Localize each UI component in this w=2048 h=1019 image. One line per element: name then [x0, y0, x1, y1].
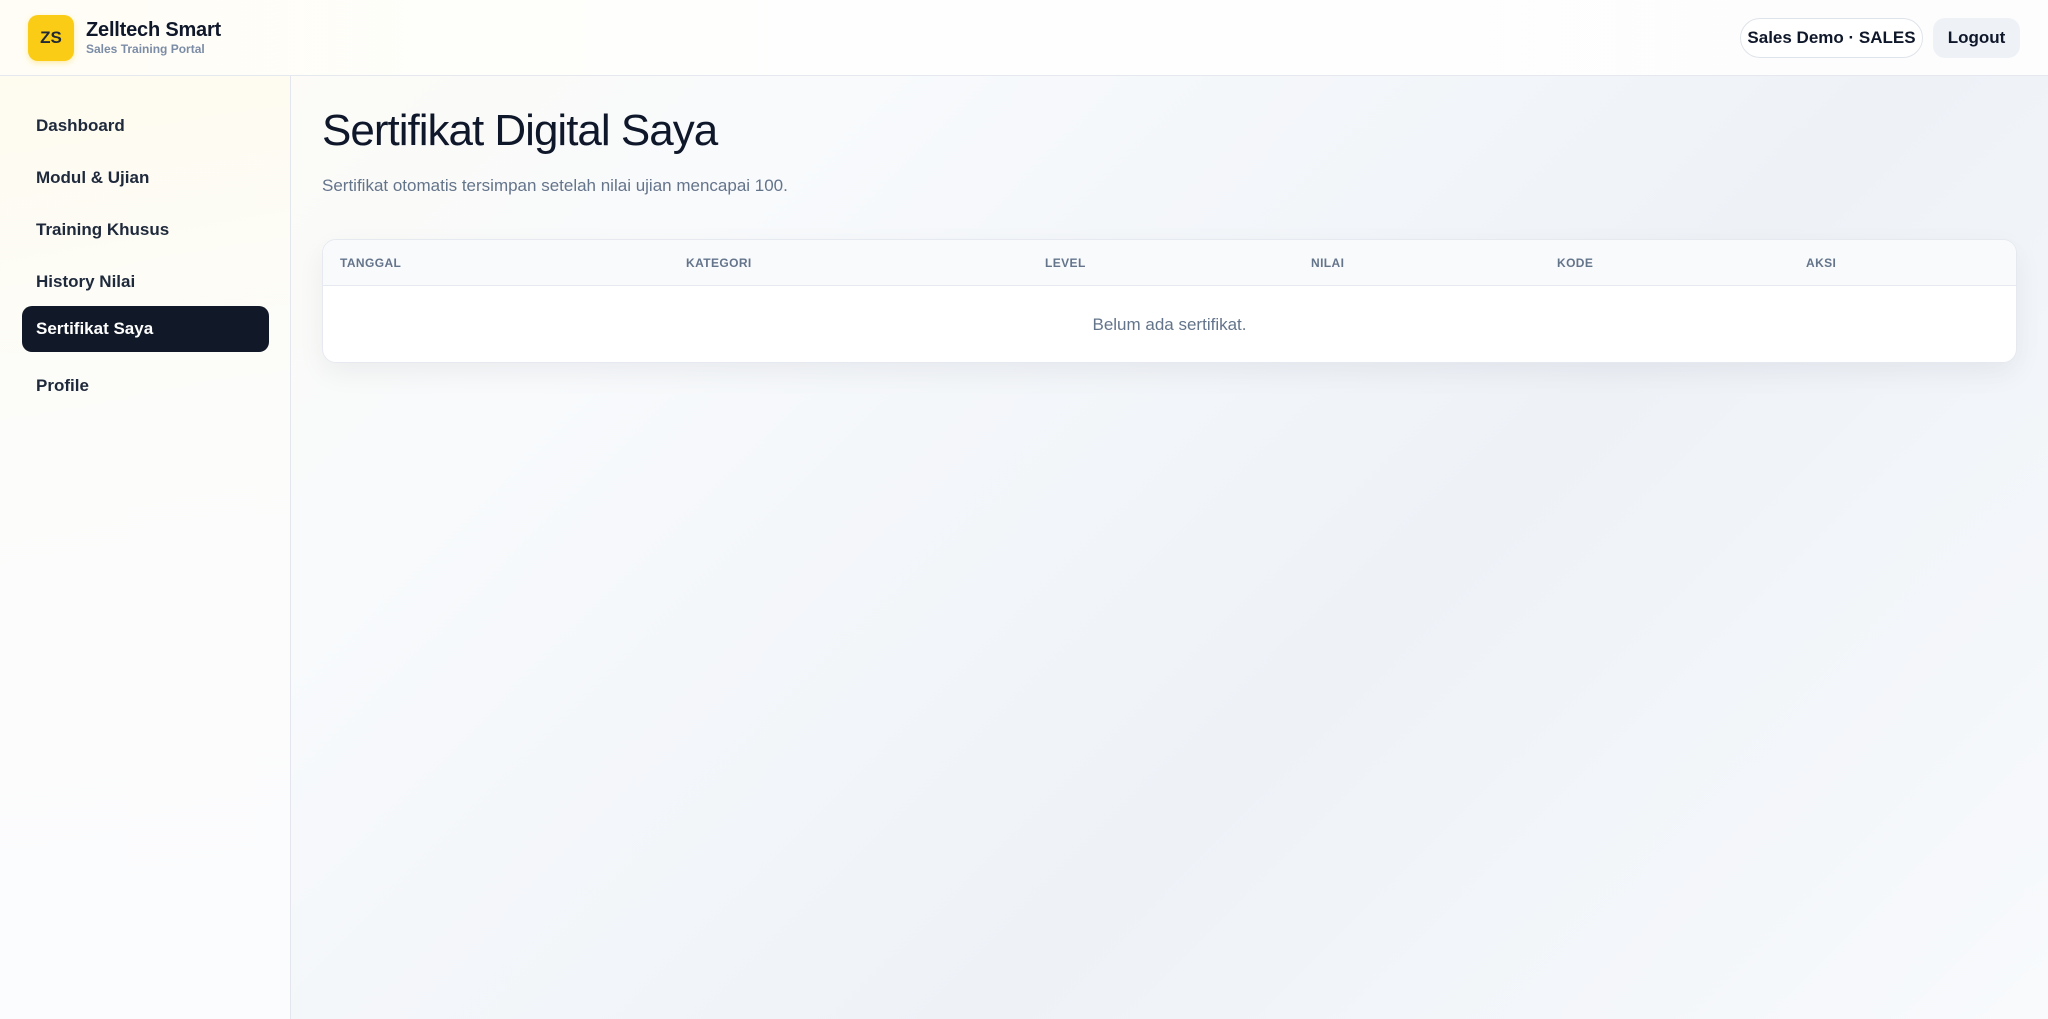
- column-header-aksi: AKSI: [1806, 256, 1837, 270]
- sidebar-item-dashboard[interactable]: Dashboard: [22, 103, 269, 149]
- logout-button[interactable]: Logout: [1933, 18, 2020, 58]
- column-header-tanggal[interactable]: TANGGAL: [340, 240, 401, 286]
- user-badge[interactable]: Sales Demo · SALES: [1740, 18, 1923, 58]
- empty-state-message: Belum ada sertifikat.: [1092, 314, 1247, 334]
- brand-title: Zelltech Smart: [86, 19, 222, 41]
- column-header-level[interactable]: LEVEL: [1045, 240, 1086, 286]
- certificates-table: TANGGAL KATEGORI LEVEL NILAI KODE AKSI B…: [322, 239, 2017, 363]
- top-header: ZS Zelltech Smart Sales Training Portal …: [0, 0, 2048, 76]
- sidebar: Dashboard Modul & Ujian Training Khusus …: [0, 76, 291, 1019]
- brand-logo: ZS: [28, 15, 74, 61]
- sidebar-item-modul-ujian[interactable]: Modul & Ujian: [22, 155, 269, 201]
- sidebar-item-history-nilai[interactable]: History Nilai: [22, 259, 269, 305]
- column-header-nilai[interactable]: NILAI: [1311, 240, 1344, 286]
- brand-subtitle: Sales Training Portal: [86, 42, 205, 56]
- sidebar-item-profile[interactable]: Profile: [22, 363, 269, 409]
- page-title: Sertifikat Digital Saya: [322, 106, 718, 155]
- page-description: Sertifikat otomatis tersimpan setelah ni…: [322, 176, 788, 195]
- column-header-kategori[interactable]: KATEGORI: [686, 240, 752, 286]
- column-header-kode[interactable]: KODE: [1557, 240, 1593, 286]
- sidebar-item-training-khusus[interactable]: Training Khusus: [22, 207, 269, 253]
- sidebar-item-sertifikat-saya[interactable]: Sertifikat Saya: [22, 306, 269, 352]
- table-header: TANGGAL KATEGORI LEVEL NILAI KODE AKSI: [323, 240, 2016, 286]
